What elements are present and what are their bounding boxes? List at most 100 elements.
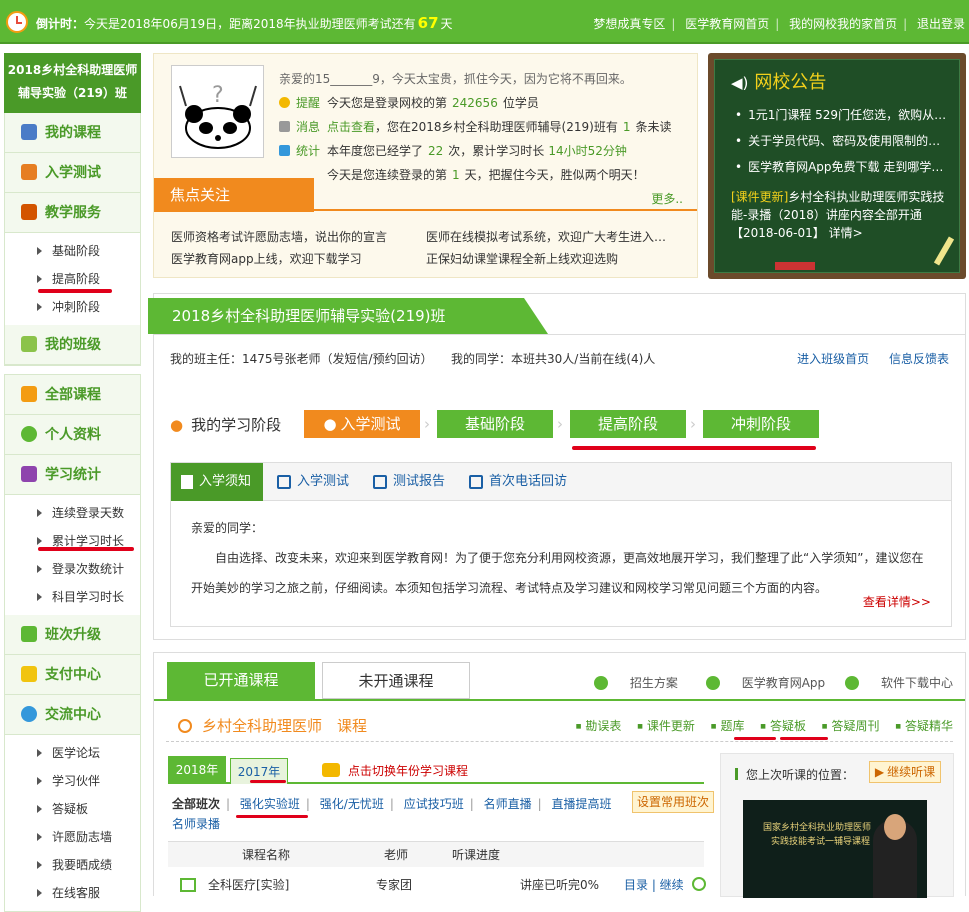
news-item[interactable]: 医学教育网app上线，欢迎下载学习 — [171, 248, 387, 270]
question-bank-link[interactable]: 题库 — [711, 719, 745, 733]
link-dream-zone[interactable]: 梦想成真专区 — [593, 17, 665, 31]
news-item[interactable]: 正保妇幼课堂课程全新上线欢迎选购 — [426, 248, 666, 270]
announcement-item[interactable]: 关于学员代码、密码及使用限制的… — [735, 128, 946, 154]
document-icon — [469, 475, 483, 489]
sidebar-sub-service[interactable]: 在线客服 — [5, 879, 140, 907]
video-thumbnail[interactable]: 国家乡村全科执业助理医师 实践技能考试一辅导课程 — [743, 800, 927, 898]
class-links: 进入班级首页 信息反馈表 — [797, 350, 949, 367]
sidebar-sub-login-days[interactable]: 连续登录天数 — [5, 499, 140, 527]
errata-link[interactable]: 勘误表 — [576, 719, 622, 733]
sidebar-item-teaching-service[interactable]: 教学服务 — [5, 193, 140, 233]
qa-weekly-link[interactable]: 答疑周刊 — [822, 719, 880, 733]
logout-link[interactable]: 退出登录 — [917, 17, 965, 31]
tab-opened-courses[interactable]: 已开通课程 — [167, 662, 315, 699]
sidebar-item-entrance-test[interactable]: 入学测试 — [5, 153, 140, 193]
sidebar-item-all-courses[interactable]: 全部课程 — [5, 375, 140, 415]
download-link[interactable]: 软件下载中心 — [844, 676, 953, 690]
announcement-item[interactable]: 1元1门课程 529门任您选，欲购从… — [735, 102, 946, 128]
filter-live[interactable]: 名师直播 — [484, 797, 532, 811]
filter-exam-skills[interactable]: 应试技巧班 — [404, 797, 464, 811]
view-detail-link[interactable]: 查看详情>> — [863, 593, 931, 610]
enter-class-link[interactable]: 进入班级首页 — [797, 352, 869, 366]
panda-avatar-icon: ? — [179, 83, 257, 149]
sidebar-item-my-courses[interactable]: 我的课程 — [5, 113, 140, 153]
continue-listening-button[interactable]: ▶ 继续听课 — [869, 761, 941, 783]
filter-live-advanced[interactable]: 直播提高班 — [551, 797, 611, 811]
sidebar-sub-partner[interactable]: 学习伙伴 — [5, 767, 140, 795]
courses-panel: 已开通课程 未开通课程 招生方案 医学教育网App 软件下载中心 乡村全科助理医… — [153, 652, 966, 898]
remind-label: 提醒 — [279, 91, 327, 115]
set-common-class-button[interactable]: 设置常用班次 — [632, 791, 714, 813]
tab-test-report[interactable]: 测试报告 — [373, 463, 445, 501]
more-link[interactable]: 更多.. — [651, 190, 683, 207]
sidebar-item-my-class[interactable]: 我的班级 — [5, 325, 140, 365]
courseware-update[interactable]: [课件更新]乡村全科执业助理医师实践技能-录播（2018）讲座内容全部开通 【2… — [731, 188, 953, 242]
sidebar-sub-sprint[interactable]: 冲刺阶段 — [5, 293, 140, 321]
enrollment-link[interactable]: 招生方案 — [593, 676, 678, 690]
tab-unopened-courses[interactable]: 未开通课程 — [322, 662, 470, 699]
monitor-icon — [21, 386, 37, 402]
edit-icon — [21, 164, 37, 180]
filter-all[interactable]: 全部班次 — [172, 797, 220, 811]
class-classmates: 我的同学：本班共30人/当前在线(4)人 — [451, 352, 656, 366]
countdown-days: 67 — [417, 14, 439, 32]
link-home[interactable]: 医学教育网首页 — [685, 17, 769, 31]
course-actions[interactable]: 目录 | 继续 — [624, 873, 684, 897]
qa-board-link[interactable]: 答疑板 — [760, 719, 806, 733]
tab-phone-callback[interactable]: 首次电话回访 — [469, 463, 567, 501]
news-item[interactable]: 医师资格考试许愿励志墙，说出你的宣言 — [171, 226, 387, 248]
sidebar-sub-qa-board[interactable]: 答疑板 — [5, 795, 140, 823]
speaker-icon: ◀) — [731, 74, 749, 92]
filter-recorded[interactable]: 名师录播 — [172, 817, 220, 831]
detail-link[interactable]: 详情> — [829, 226, 863, 240]
stage-label: 我的学习阶段 — [191, 416, 282, 434]
feedback-link[interactable]: 信息反馈表 — [889, 352, 949, 366]
filter-intensive[interactable]: 强化/无忧班 — [320, 797, 384, 811]
hand-pointer-icon — [322, 763, 340, 777]
chart-icon — [279, 145, 290, 156]
clock-icon — [6, 11, 28, 33]
last-position-panel: 您上次听课的位置： ▶ 继续听课 国家乡村全科执业助理医师 实践技能考试一辅导课程 — [720, 753, 954, 898]
sidebar-item-communication[interactable]: 交流中心 — [5, 695, 140, 735]
news-item[interactable]: 医师在线模拟考试系统，欢迎广大考生进入… — [426, 226, 666, 248]
stage-advanced[interactable]: 提高阶段 — [570, 410, 686, 438]
sidebar-sub-wish-wall[interactable]: 许愿励志墙 — [5, 823, 140, 851]
sidebar-sub-basic[interactable]: 基础阶段 — [5, 237, 140, 265]
plan-icon — [593, 676, 608, 690]
sidebar-item-profile[interactable]: 个人资料 — [5, 415, 140, 455]
sidebar-class-title[interactable]: 2018乡村全科助理医师辅导实验（219）班 — [4, 53, 141, 113]
announcement-item[interactable]: 医学教育网App免费下载 走到哪学… — [735, 154, 946, 180]
sidebar-sub-forum[interactable]: 医学论坛 — [5, 739, 140, 767]
sidebar-item-statistics[interactable]: 学习统计 — [5, 455, 140, 495]
stage-entrance-test[interactable]: ● 入学测试 — [304, 410, 420, 438]
annotation-underline — [734, 737, 776, 740]
year-tab-2018[interactable]: 2018年 — [168, 756, 226, 784]
sidebar-sub-subject-time[interactable]: 科目学习时长 — [5, 583, 140, 611]
mail-icon — [373, 475, 387, 489]
tab-entrance-test[interactable]: 入学测试 — [277, 463, 349, 501]
sidebar-sub-login-count[interactable]: 登录次数统计 — [5, 555, 140, 583]
book-icon — [21, 204, 37, 220]
stage-basic[interactable]: 基础阶段 — [437, 410, 553, 438]
qa-essence-link[interactable]: 答疑精华 — [895, 719, 953, 733]
tab-admission-notice[interactable]: 入学须知 — [171, 463, 263, 501]
stage-sprint[interactable]: 冲刺阶段 — [703, 410, 819, 438]
checkbox-icon — [277, 475, 291, 489]
annotation-underline — [780, 737, 828, 740]
sidebar-item-upgrade[interactable]: 班次升级 — [5, 615, 140, 655]
sidebar-item-payment[interactable]: 支付中心 — [5, 655, 140, 695]
annotation-underline — [572, 446, 816, 450]
link-my-school-home[interactable]: 我的网校我的家首页 — [789, 17, 897, 31]
avatar[interactable]: ? — [171, 65, 264, 158]
course-links: 招生方案 医学教育网App 软件下载中心 — [578, 674, 953, 691]
play-icon: ▶ — [874, 765, 885, 779]
filter-intensive-lab[interactable]: 强化实验班 — [240, 797, 300, 811]
app-link[interactable]: 医学教育网App — [705, 676, 825, 690]
message-label: 消息 — [279, 115, 327, 139]
view-message-link[interactable]: 点击查看 — [327, 120, 375, 134]
sidebar-sub-share-score[interactable]: 我要晒成绩 — [5, 851, 140, 879]
stats-submenu: 连续登录天数 累计学习时长 登录次数统计 科目学习时长 — [5, 495, 140, 615]
continue-play-icon — [692, 877, 706, 891]
class-teacher[interactable]: 我的班主任：1475号张老师（发短信/预约回访） — [170, 350, 433, 367]
courseware-update-link[interactable]: 课件更新 — [637, 719, 695, 733]
